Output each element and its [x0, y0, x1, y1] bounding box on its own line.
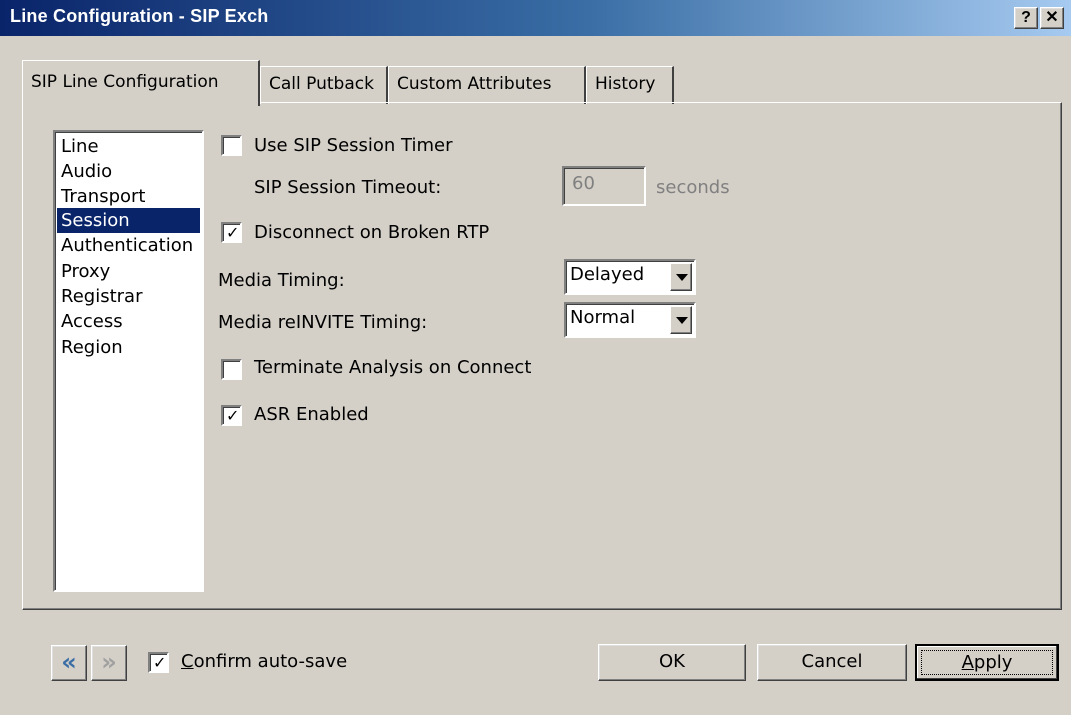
category-item-transport[interactable]: Transport	[57, 184, 200, 209]
disconnect-on-broken-rtp-checkbox[interactable]: ✓	[221, 222, 242, 243]
sip-session-timeout-field[interactable]: 60	[562, 166, 646, 206]
category-item-line[interactable]: Line	[57, 134, 200, 159]
confirm-auto-save-label: Confirm auto-save	[181, 651, 348, 672]
media-timing-label: Media Timing:	[218, 270, 345, 291]
terminate-analysis-label: Terminate Analysis on Connect	[254, 357, 532, 378]
tab-history[interactable]: History	[586, 66, 674, 104]
double-chevron-left-icon[interactable]: «	[51, 645, 87, 681]
tab-call-putback[interactable]: Call Putback	[260, 66, 388, 104]
asr-enabled-checkbox[interactable]: ✓	[221, 405, 242, 426]
terminate-analysis-checkbox[interactable]	[221, 359, 242, 380]
asr-enabled-label: ASR Enabled	[254, 404, 369, 425]
category-item-proxy[interactable]: Proxy	[57, 259, 200, 284]
media-reinvite-timing-select[interactable]: Normal	[564, 302, 696, 338]
apply-button-label: Apply	[961, 652, 1013, 673]
help-button[interactable]: ?	[1014, 7, 1038, 29]
chevron-down-icon[interactable]	[670, 306, 692, 334]
checkmark-icon: ✓	[226, 223, 240, 242]
double-chevron-right-icon[interactable]: »	[91, 645, 127, 681]
media-timing-select[interactable]: Delayed	[564, 259, 696, 295]
seconds-unit-label: seconds	[656, 177, 730, 198]
window-title: Line Configuration - SIP Exch	[10, 6, 269, 26]
tab-sip-line-configuration[interactable]: SIP Line Configuration	[22, 60, 260, 106]
category-list[interactable]: Line Audio Transport Session Authenticat…	[53, 130, 204, 592]
media-reinvite-timing-value: Normal	[570, 307, 636, 328]
disconnect-on-broken-rtp-label: Disconnect on Broken RTP	[254, 222, 490, 243]
media-reinvite-timing-label: Media reINVITE Timing:	[218, 312, 428, 333]
category-item-audio[interactable]: Audio	[57, 159, 200, 184]
category-item-registrar[interactable]: Registrar	[57, 284, 200, 309]
cancel-button[interactable]: Cancel	[757, 644, 907, 681]
title-bar[interactable]: Line Configuration - SIP Exch ? ✕	[0, 0, 1071, 36]
category-item-authentication[interactable]: Authentication	[57, 233, 200, 258]
tab-custom-attributes[interactable]: Custom Attributes	[388, 66, 586, 104]
confirm-auto-save-checkbox[interactable]: ✓	[148, 652, 169, 673]
sip-session-timeout-label: SIP Session Timeout:	[254, 177, 442, 198]
category-item-access[interactable]: Access	[57, 309, 200, 334]
media-timing-value: Delayed	[570, 264, 645, 285]
chevron-down-icon[interactable]	[670, 263, 692, 291]
category-item-session[interactable]: Session	[57, 208, 200, 233]
checkmark-icon: ✓	[153, 653, 167, 672]
apply-button[interactable]: Apply	[915, 644, 1059, 681]
use-sip-session-timer-label: Use SIP Session Timer	[254, 135, 453, 156]
close-button[interactable]: ✕	[1040, 7, 1064, 29]
category-item-region[interactable]: Region	[57, 335, 200, 360]
use-sip-session-timer-checkbox[interactable]	[221, 135, 242, 156]
ok-button[interactable]: OK	[598, 644, 746, 681]
checkmark-icon: ✓	[226, 406, 240, 425]
